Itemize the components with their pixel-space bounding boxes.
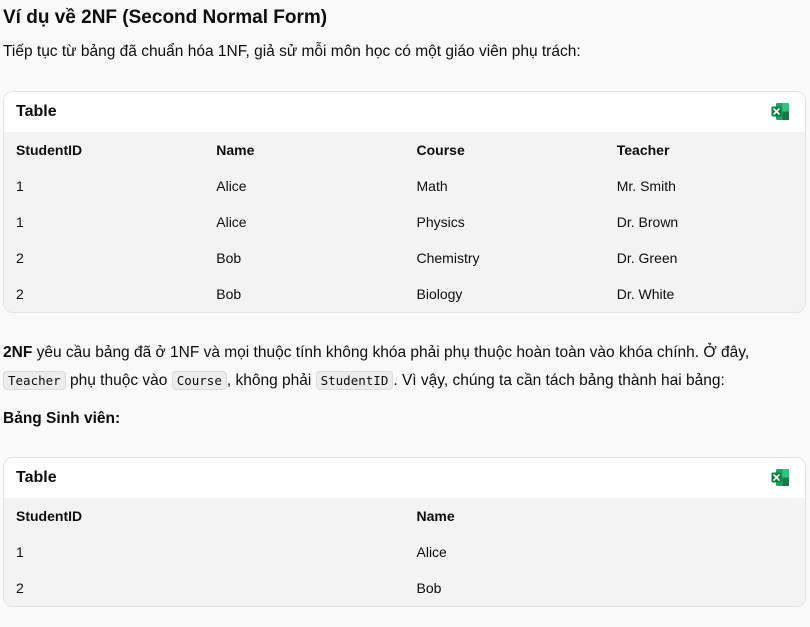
table-cell: 2	[16, 286, 24, 302]
table-cell: Chemistry	[416, 250, 480, 266]
inline-code: StudentID	[315, 371, 394, 390]
table-row: 1 Alice	[4, 534, 805, 570]
table-card-title: Table	[16, 469, 57, 486]
enrollment-table: StudentID Name Course Teacher 1 Alice Ma…	[4, 132, 805, 312]
table-cell: Math	[416, 178, 448, 194]
table-card-header: Table	[4, 458, 805, 498]
bold-term: 2NF	[3, 344, 33, 361]
paragraph-text: . Vì vậy, chúng ta cần tách bảng thành h…	[393, 372, 725, 389]
table-row: 1 Alice Physics Dr. Brown	[4, 204, 805, 240]
table-card-students: Table StudentID Name 1 Alice 2 Bob	[3, 457, 806, 607]
table-cell: Biology	[416, 286, 463, 302]
table-row: 2 Bob Chemistry Dr. Green	[4, 240, 805, 276]
table-cell: Dr. Brown	[616, 214, 679, 230]
table-cell: Bob	[216, 250, 242, 266]
column-header: StudentID	[4, 498, 405, 534]
table-cell: Physics	[416, 214, 465, 230]
table-cell: Alice	[416, 544, 447, 560]
table-cell: Mr. Smith	[616, 178, 676, 194]
column-header: Teacher	[604, 132, 805, 168]
table-cell: Alice	[216, 178, 247, 194]
table-row: 2 Bob	[4, 570, 805, 606]
table-card-header: Table	[4, 92, 805, 132]
table-cell: Dr. White	[616, 286, 675, 302]
column-header: Name	[204, 132, 405, 168]
paragraph-text: yêu cầu bảng đã ở 1NF và mọi thuộc tính …	[32, 344, 750, 361]
table-cell: 1	[16, 178, 24, 194]
table-header-row: StudentID Name Course Teacher	[4, 132, 805, 168]
table-row: 1 Alice Math Mr. Smith	[4, 168, 805, 204]
column-header: Course	[404, 132, 605, 168]
table-cell: 1	[16, 544, 24, 560]
table-card-enrollment: Table StudentID Name Course Teacher 1 Al…	[3, 91, 806, 313]
column-header: StudentID	[4, 132, 205, 168]
table-cell: 2	[16, 580, 24, 596]
students-table: StudentID Name 1 Alice 2 Bob	[4, 498, 805, 606]
inline-code: Course	[171, 371, 227, 390]
table-cell: Alice	[216, 214, 247, 230]
table-header-row: StudentID Name	[4, 498, 805, 534]
table-card-title: Table	[16, 103, 57, 120]
chat-content: Ví dụ về 2NF (Second Normal Form) Tiếp t…	[0, 0, 810, 627]
intro-text: Tiếp tục từ bảng đã chuẩn hóa 1NF, giả s…	[3, 43, 581, 60]
table-cell: Bob	[216, 286, 242, 302]
inline-code: Teacher	[3, 371, 66, 390]
column-header: Name	[404, 498, 805, 534]
paragraph-text: phụ thuộc vào	[65, 372, 172, 389]
excel-icon[interactable]	[771, 102, 790, 121]
table-cell: Dr. Green	[616, 250, 678, 266]
excel-icon[interactable]	[771, 468, 790, 487]
section-heading: Ví dụ về 2NF (Second Normal Form)	[3, 7, 328, 28]
table-cell: 1	[16, 214, 24, 230]
sub-heading: Bảng Sinh viên:	[3, 410, 121, 427]
table-cell: 2	[16, 250, 24, 266]
table-cell: Bob	[416, 580, 442, 596]
explanation-paragraph: 2NF yêu cầu bảng đã ở 1NF và mọi thuộc t…	[3, 339, 808, 395]
paragraph-text: , không phải	[226, 372, 316, 389]
table-row: 2 Bob Biology Dr. White	[4, 276, 805, 312]
